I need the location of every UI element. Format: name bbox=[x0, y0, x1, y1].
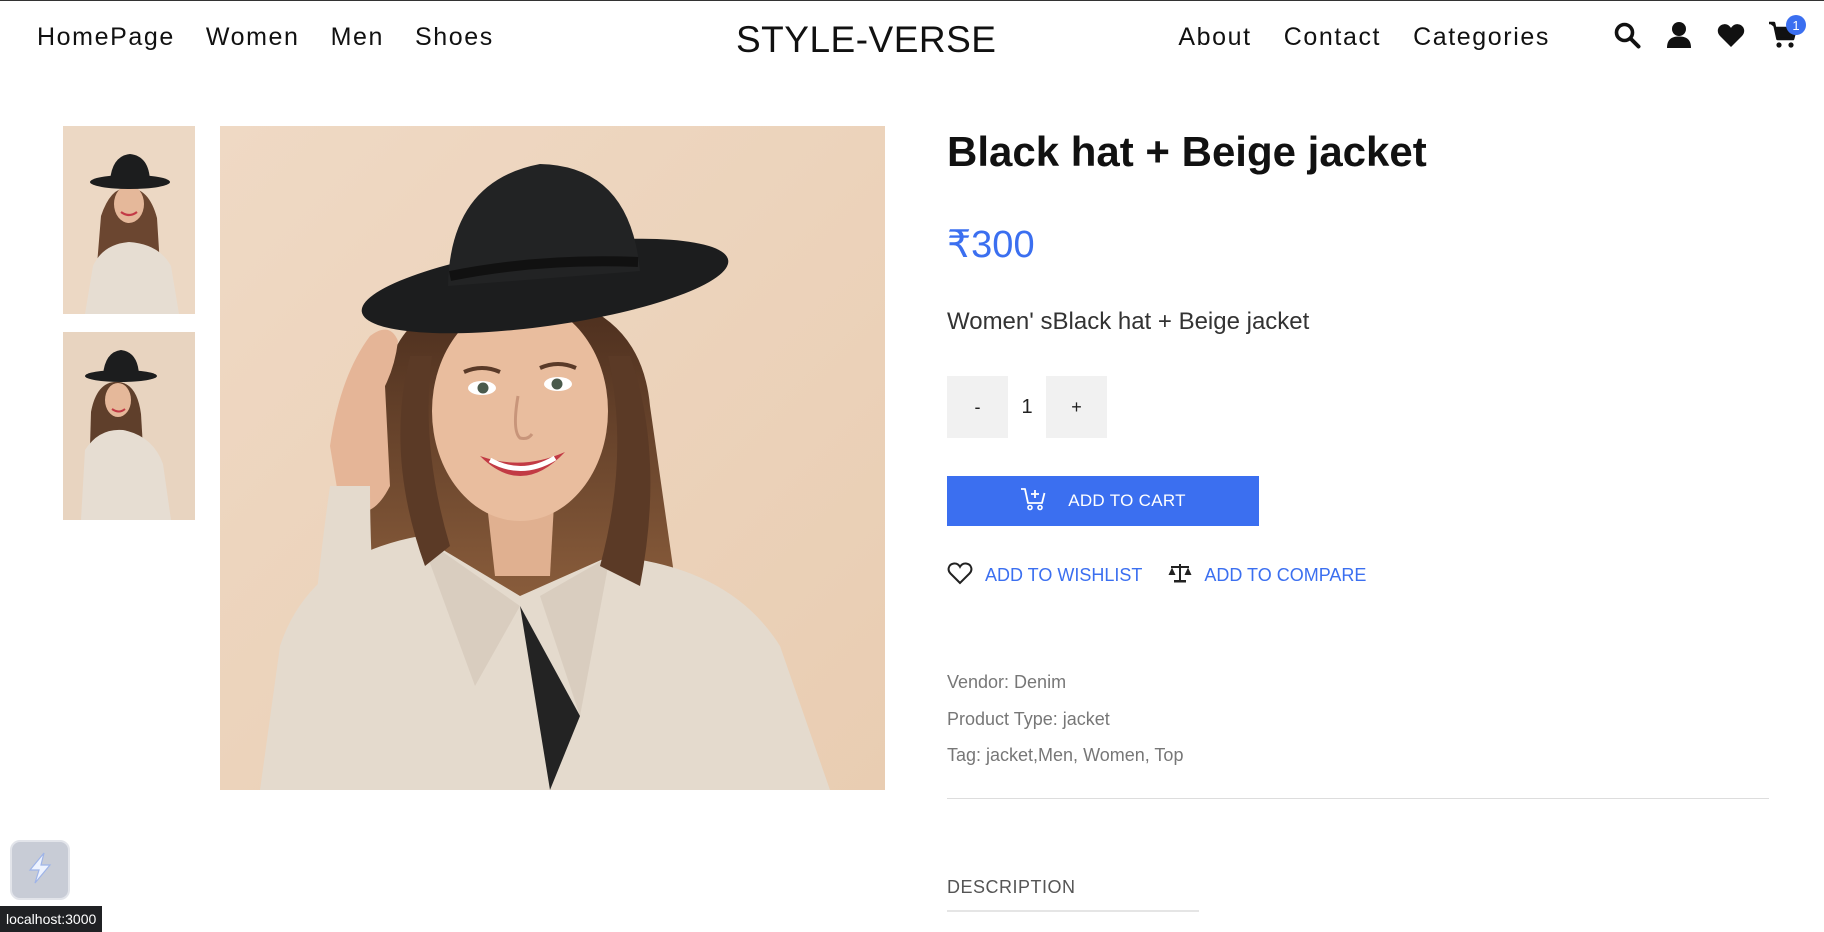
status-url: localhost:3000 bbox=[0, 906, 103, 932]
nav-icons: 1 bbox=[1612, 15, 1806, 51]
product-photo-thumbnail-2 bbox=[63, 332, 195, 520]
product-vendor: Vendor: Denim bbox=[947, 672, 1067, 692]
balance-scale-icon bbox=[1168, 562, 1192, 589]
nav-shoes[interactable]: Shoes bbox=[415, 23, 494, 52]
add-to-compare-link[interactable]: ADD TO COMPARE bbox=[1168, 562, 1366, 589]
nav-about[interactable]: About bbox=[1178, 23, 1251, 52]
product-actions: ADD TO WISHLIST ADD TO COMPARE bbox=[947, 561, 1366, 590]
section-divider bbox=[947, 798, 1769, 799]
nav-right: About Contact Categories bbox=[1178, 23, 1550, 52]
quantity-stepper: - 1 + bbox=[947, 376, 1107, 438]
nav-women[interactable]: Women bbox=[206, 23, 300, 52]
user-icon[interactable] bbox=[1664, 19, 1694, 51]
heart-icon[interactable] bbox=[1716, 19, 1746, 51]
product-short-description: Women' sBlack hat + Beige jacket bbox=[947, 308, 1310, 335]
quantity-decrease-button[interactable]: - bbox=[947, 376, 1008, 438]
nav-men[interactable]: Men bbox=[331, 23, 384, 52]
product-tags: Tag: jacket,Men, Women, Top bbox=[947, 745, 1184, 765]
heart-outline-icon bbox=[947, 561, 973, 590]
nav-homepage[interactable]: HomePage bbox=[37, 23, 175, 52]
cart-count-badge: 1 bbox=[1786, 15, 1806, 35]
product-title: Black hat + Beige jacket bbox=[947, 128, 1427, 175]
add-to-wishlist-link[interactable]: ADD TO WISHLIST bbox=[947, 561, 1142, 590]
lightning-logo-icon bbox=[22, 850, 58, 891]
cart-plus-icon bbox=[1020, 487, 1046, 516]
cart-icon[interactable]: 1 bbox=[1768, 15, 1806, 51]
quantity-increase-button[interactable]: + bbox=[1046, 376, 1107, 438]
search-icon[interactable] bbox=[1612, 19, 1642, 51]
tab-description[interactable]: DESCRIPTION bbox=[947, 877, 1076, 898]
product-photo-thumbnail-1 bbox=[63, 126, 195, 314]
add-to-cart-button[interactable]: ADD TO CART bbox=[947, 476, 1259, 526]
product-price: ₹300 bbox=[947, 224, 1035, 266]
nav-left: HomePage Women Men Shoes bbox=[37, 23, 494, 52]
add-to-compare-label: ADD TO COMPARE bbox=[1204, 565, 1367, 585]
tab-underline bbox=[947, 910, 1199, 912]
product-thumbnail-1[interactable] bbox=[63, 126, 195, 314]
add-to-cart-label: ADD TO CART bbox=[1068, 491, 1186, 510]
add-to-wishlist-label: ADD TO WISHLIST bbox=[985, 565, 1143, 585]
nav-categories[interactable]: Categories bbox=[1413, 23, 1550, 52]
product-type: Product Type: jacket bbox=[947, 708, 1110, 729]
product-thumbnail-2[interactable] bbox=[63, 332, 195, 520]
product-photo-main bbox=[220, 126, 885, 790]
floating-app-widget[interactable] bbox=[10, 840, 70, 900]
main-nav: HomePage Women Men Shoes STYLE-VERSE Abo… bbox=[0, 1, 1824, 79]
product-main-image[interactable] bbox=[220, 126, 885, 790]
nav-contact[interactable]: Contact bbox=[1284, 23, 1381, 52]
brand-logo[interactable]: STYLE-VERSE bbox=[736, 19, 996, 61]
product-meta: Vendor: Denim Product Type: jacket Tag: … bbox=[947, 664, 1183, 774]
quantity-value[interactable]: 1 bbox=[1008, 396, 1046, 419]
